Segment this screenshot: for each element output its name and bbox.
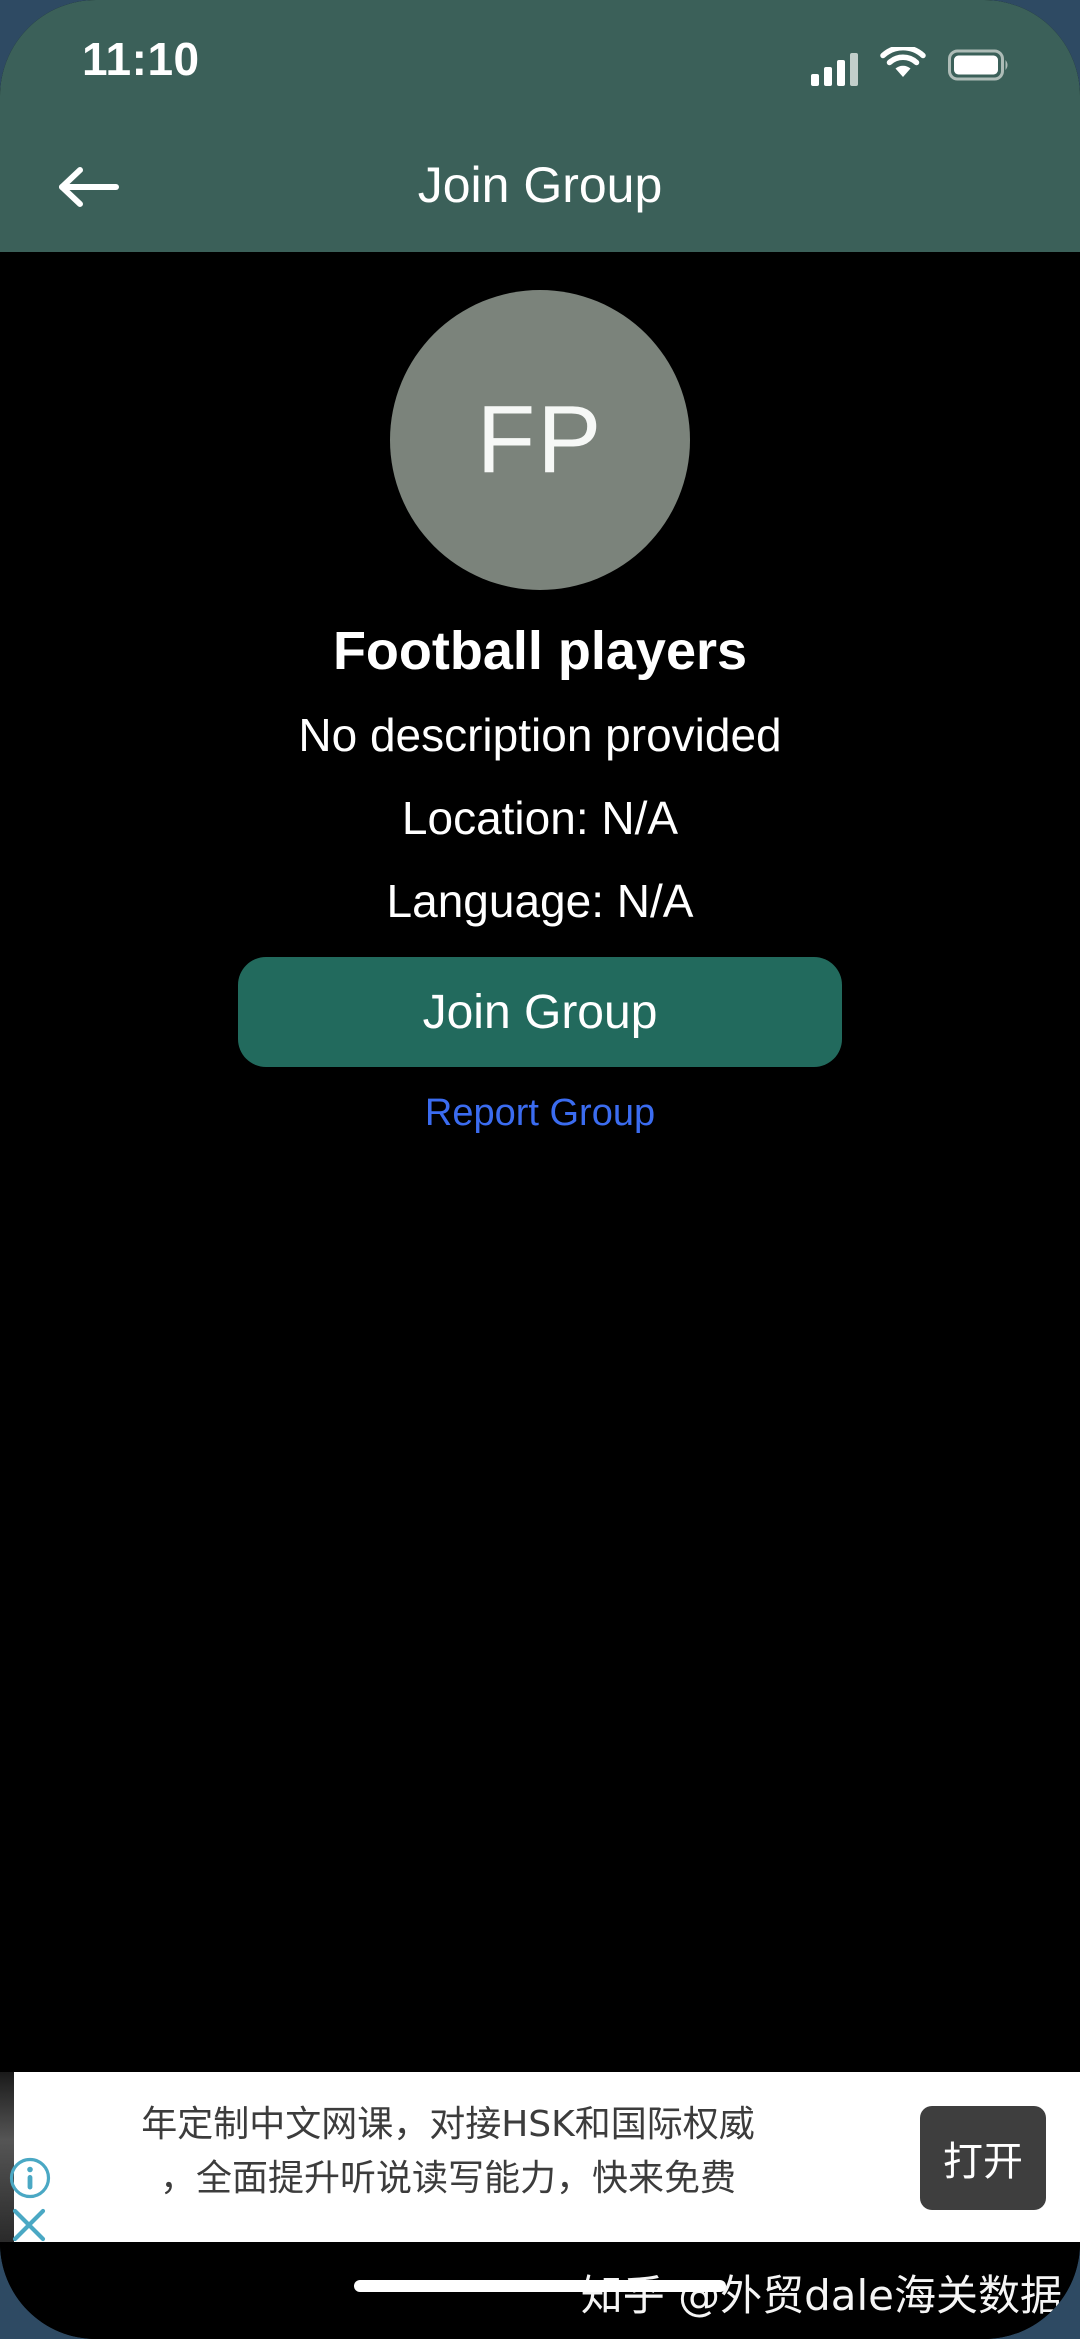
status-bar: 11:10 (0, 0, 1080, 126)
ad-text-line-1: 年定制中文网课，对接HSK和国际权威 (141, 2104, 755, 2145)
close-x-icon[interactable] (8, 2204, 50, 2242)
battery-full-icon (948, 49, 1010, 86)
info-circle-icon[interactable] (8, 2156, 52, 2200)
status-bar-icons (811, 42, 1010, 86)
group-language: Language: N/A (386, 875, 694, 927)
report-group-link[interactable]: Report Group (0, 1092, 1080, 1135)
join-group-button[interactable]: Join Group (238, 957, 842, 1067)
wifi-icon (880, 44, 926, 86)
nav-header: Join Group (0, 126, 1080, 252)
ad-text-line-2: ，全面提升听说读写能力，快来免费 (159, 2158, 736, 2199)
ad-open-button[interactable]: 打开 (920, 2106, 1046, 2210)
group-name: Football players (332, 621, 748, 681)
group-description: No description provided (298, 709, 782, 761)
status-bar-time: 11:10 (82, 33, 200, 85)
signal-bars-icon (811, 52, 858, 86)
group-avatar: FP (390, 290, 690, 590)
avatar-initials: FP (476, 386, 604, 493)
group-location: Location: N/A (401, 792, 679, 844)
watermark: 知乎 @外贸dale海关数据 (580, 2271, 1062, 2320)
ad-banner[interactable]: 年定制中文网课，对接HSK和国际权威 ，全面提升听说读写能力，快来免费 打开 (0, 2072, 1080, 2242)
main-content: FP Football players No description provi… (0, 252, 1080, 2072)
page-title: Join Group (417, 157, 663, 213)
phone-screen: 11:10 Join Group FP Football players No … (0, 0, 1080, 2339)
ad-text: 年定制中文网课，对接HSK和国际权威 ，全面提升听说读写能力，快来免费 (58, 2098, 838, 2206)
bottom-bar: 知乎 @外贸dale海关数据 (0, 2242, 1080, 2339)
